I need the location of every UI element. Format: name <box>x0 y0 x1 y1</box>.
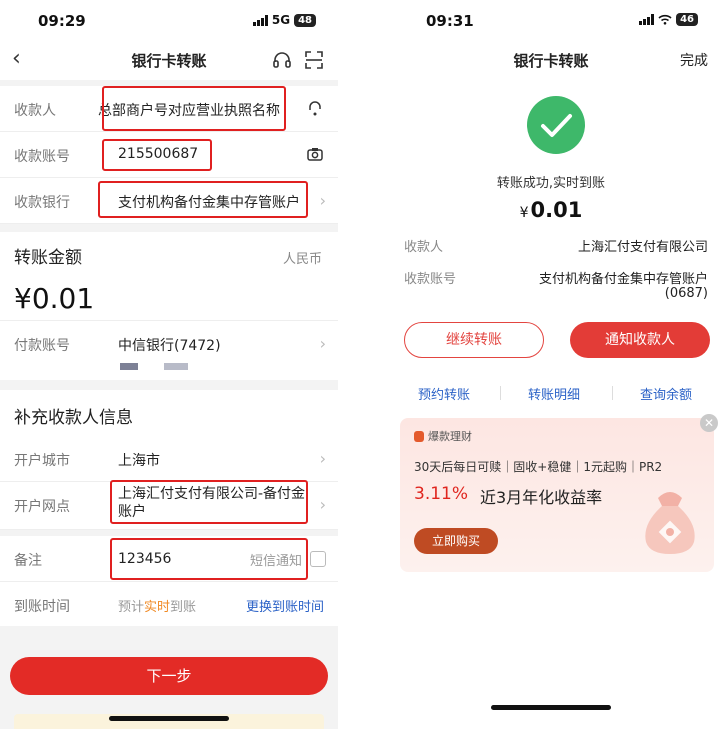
pay-account-value: 中信银行(7472) <box>118 338 221 354</box>
headset-icon[interactable] <box>272 50 292 70</box>
promo-description: 30天后每日可赎｜固收+稳健｜1元起购｜PR2 <box>414 460 663 474</box>
amount-section-title: 转账金额 <box>14 248 82 268</box>
network-label: 5G <box>271 13 291 27</box>
transfer-form-screen: 09:29 5G 48 ‹ 银行卡转账 收款人 总部商户号对应营业执照名称 收款… <box>0 0 338 729</box>
remark-label: 备注 <box>14 553 42 569</box>
account-suffix: (0687) <box>664 286 708 301</box>
chevron-right-icon: › <box>319 334 326 353</box>
battery-icon: 46 <box>676 13 698 26</box>
page-title: 银行卡转账 <box>513 52 589 70</box>
highlight-box <box>102 139 212 171</box>
check-balance-link[interactable]: 查询余额 <box>640 384 692 403</box>
camera-icon[interactable] <box>306 145 324 163</box>
payee-value: 上海汇付支付有限公司 <box>577 240 708 255</box>
status-bar: 09:31 46 <box>382 0 720 42</box>
promo-rate: 3.11% <box>414 484 469 504</box>
done-button[interactable]: 完成 <box>680 50 708 70</box>
chevron-right-icon: › <box>319 495 326 514</box>
success-amount: ¥0.01 <box>519 198 583 222</box>
status-time: 09:29 <box>38 12 86 30</box>
transfer-success-screen: 09:31 46 银行卡转账 完成 转账成功,实时到账 ¥0.01 收款人 上海… <box>382 0 720 729</box>
next-step-button[interactable]: 下一步 <box>10 657 328 695</box>
extra-section-title: 补充收款人信息 <box>14 408 133 428</box>
account-value: 支付机构备付金集中存管账户 <box>538 272 708 287</box>
change-arrival-time-link[interactable]: 更换到账时间 <box>246 596 324 615</box>
arrival-time-label: 到账时间 <box>14 599 70 615</box>
check-circle-icon <box>527 96 585 154</box>
sms-notify-checkbox[interactable] <box>310 551 326 567</box>
arrival-time-row: 到账时间 预计实时到账 更换到账时间 <box>0 582 338 628</box>
scheduled-transfer-link[interactable]: 预约转账 <box>418 384 470 403</box>
flame-icon <box>414 430 424 442</box>
wealth-promo-card[interactable]: 爆款理财 30天后每日可赎｜固收+稳健｜1元起购｜PR2 3.11% 近3月年化… <box>400 418 714 572</box>
pay-account-label: 付款账号 <box>14 338 70 354</box>
promo-tag: 爆款理财 <box>414 428 472 444</box>
pay-account-row[interactable]: 付款账号 中信银行(7472) › <box>0 320 338 376</box>
masked-balance <box>120 363 138 370</box>
payee-name-label: 收款人 <box>14 103 56 119</box>
masked-balance <box>164 363 188 370</box>
money-bag-icon <box>645 492 695 554</box>
transfer-amount[interactable]: ¥0.01 <box>14 282 94 315</box>
arrival-estimate: 预计实时到账 <box>118 600 197 615</box>
city-row[interactable]: 开户城市 上海市 › <box>0 436 338 482</box>
currency-label: 人民币 <box>282 252 322 267</box>
signal-icon <box>252 14 268 26</box>
account-label: 收款账号 <box>404 272 457 287</box>
chevron-right-icon: › <box>319 191 326 210</box>
status-bar: 09:29 5G 48 <box>0 0 338 42</box>
notify-payee-button[interactable]: 通知收款人 <box>570 322 710 358</box>
highlight-box <box>110 538 308 580</box>
home-indicator <box>109 716 229 721</box>
battery-icon: 48 <box>294 13 316 27</box>
close-icon[interactable]: ✕ <box>700 414 718 432</box>
city-label: 开户城市 <box>14 453 70 469</box>
chevron-right-icon: › <box>319 449 326 468</box>
buy-now-button[interactable]: 立即购买 <box>414 528 498 554</box>
branch-label: 开户网点 <box>14 499 70 515</box>
success-message: 转账成功,实时到账 <box>496 176 606 191</box>
nav-bar: ‹ 银行卡转账 <box>0 42 338 78</box>
wifi-icon <box>658 14 672 25</box>
highlight-box <box>102 86 286 131</box>
highlight-box <box>98 181 308 218</box>
scan-icon[interactable] <box>304 50 324 70</box>
continue-transfer-button[interactable]: 继续转账 <box>404 322 544 358</box>
quick-links: 预约转账 转账明细 查询余额 <box>382 384 720 403</box>
highlight-box <box>110 480 308 524</box>
payee-bank-label: 收款银行 <box>14 195 70 211</box>
promo-rate-label: 近3月年化收益率 <box>480 488 603 507</box>
city-value: 上海市 <box>118 453 160 469</box>
signal-icon <box>639 14 655 25</box>
payee-account-label: 收款账号 <box>14 149 70 165</box>
transfer-details-link[interactable]: 转账明细 <box>528 384 580 403</box>
home-indicator <box>491 705 611 710</box>
contact-icon[interactable] <box>306 99 324 117</box>
status-time: 09:31 <box>426 12 474 30</box>
payee-label: 收款人 <box>404 240 444 255</box>
